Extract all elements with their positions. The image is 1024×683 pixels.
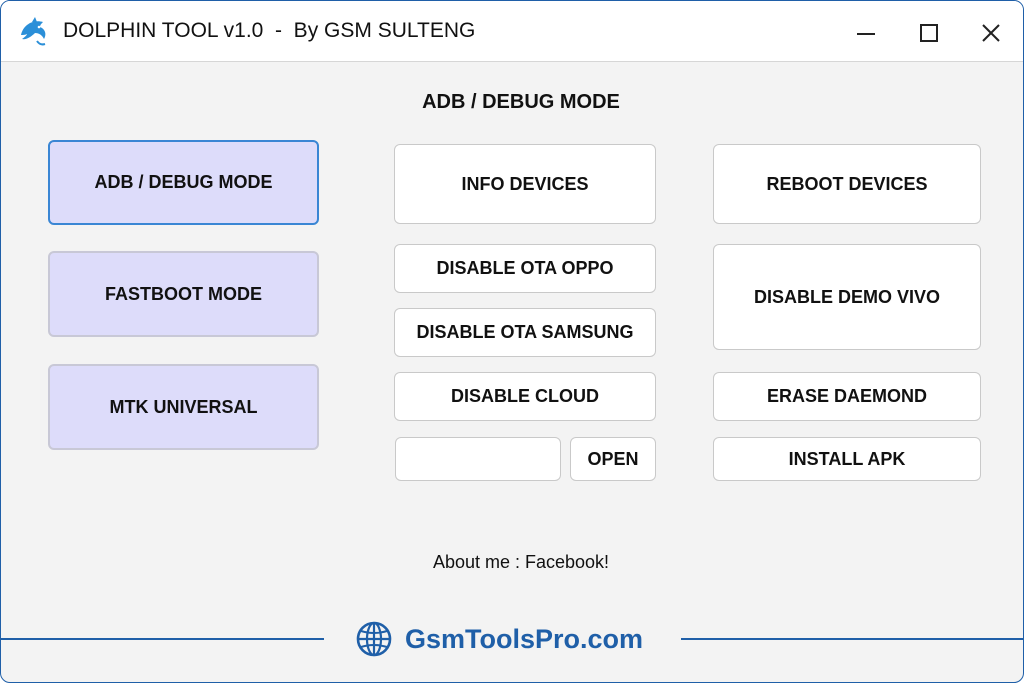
minimize-button[interactable] xyxy=(846,15,886,51)
footer-divider-left xyxy=(1,638,324,640)
info-devices-button[interactable]: INFO DEVICES xyxy=(394,144,656,224)
disable-ota-oppo-button[interactable]: DISABLE OTA OPPO xyxy=(394,244,656,293)
disable-ota-samsung-button[interactable]: DISABLE OTA SAMSUNG xyxy=(394,308,656,357)
disable-cloud-button[interactable]: DISABLE CLOUD xyxy=(394,372,656,421)
apk-path-input[interactable] xyxy=(395,437,561,481)
globe-icon xyxy=(355,620,393,658)
window-title: DOLPHIN TOOL v1.0 - By GSM SULTENG xyxy=(63,19,476,42)
maximize-icon xyxy=(909,15,949,51)
section-title: ADB / DEBUG MODE xyxy=(422,91,620,113)
erase-daemond-button[interactable]: ERASE DAEMOND xyxy=(713,372,981,421)
open-button[interactable]: OPEN xyxy=(570,437,656,481)
maximize-button[interactable] xyxy=(909,15,949,51)
footer-brand[interactable]: GsmToolsPro.com xyxy=(355,617,643,661)
footer-divider-right xyxy=(681,638,1023,640)
footer-brand-text: GsmToolsPro.com xyxy=(405,623,644,654)
minimize-icon xyxy=(846,15,886,51)
install-apk-button[interactable]: INSTALL APK xyxy=(713,437,981,481)
dolphin-icon xyxy=(17,15,51,49)
title-bar[interactable]: DOLPHIN TOOL v1.0 - By GSM SULTENG xyxy=(1,1,1023,62)
close-button[interactable] xyxy=(971,15,1011,51)
mtk-universal-button[interactable]: MTK UNIVERSAL xyxy=(48,364,319,450)
fastboot-mode-button[interactable]: FASTBOOT MODE xyxy=(48,251,319,337)
about-link[interactable]: About me : Facebook! xyxy=(321,552,721,573)
disable-demo-vivo-button[interactable]: DISABLE DEMO VIVO xyxy=(713,244,981,350)
adb-debug-mode-button[interactable]: ADB / DEBUG MODE xyxy=(48,140,319,225)
close-icon xyxy=(971,15,1011,51)
app-window: DOLPHIN TOOL v1.0 - By GSM SULTENG ADB /… xyxy=(0,0,1024,683)
reboot-devices-button[interactable]: REBOOT DEVICES xyxy=(713,144,981,224)
